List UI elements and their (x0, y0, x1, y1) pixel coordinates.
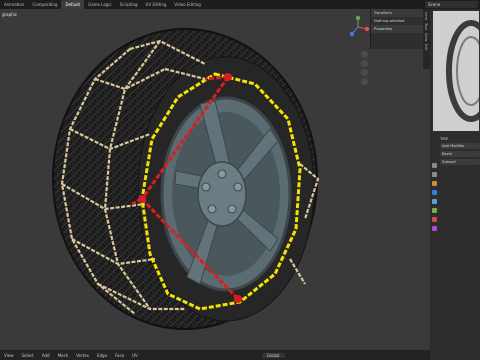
properties-panel-header[interactable]: Properties (371, 25, 423, 33)
tab-video-editing[interactable]: Video Editing (170, 0, 204, 9)
n-panel: Transform Nothing selected Properties (370, 9, 423, 49)
menu-add[interactable]: Add (38, 353, 54, 358)
bevel-modifier[interactable]: Bevel (440, 151, 480, 157)
tab-default[interactable]: Default (61, 0, 85, 9)
menu-face[interactable]: Face (111, 353, 128, 358)
menu-mesh[interactable]: Mesh (54, 353, 73, 358)
constraints-icon[interactable] (432, 208, 437, 213)
grid-icon[interactable] (361, 78, 368, 85)
menu-edge[interactable]: Edge (93, 353, 111, 358)
navigation-gizmo[interactable] (346, 15, 370, 39)
properties-editor: TIRE Add Modifier Bevel Subsurf (431, 9, 480, 360)
particles-icon[interactable] (432, 199, 437, 204)
subsurf-modifier[interactable]: Subsurf (440, 159, 480, 165)
n-panel-tabs: Item Tool View Edit (423, 9, 430, 69)
viewport-header-bar: View Select Add Mesh Vertex Edge Face UV… (0, 350, 430, 360)
tool-icon[interactable] (432, 163, 437, 168)
tab-tool[interactable]: Tool (424, 23, 428, 30)
pan-hand-icon[interactable] (361, 60, 368, 67)
viewport-nav-buttons (361, 51, 369, 87)
menu-uv[interactable]: UV (128, 353, 142, 358)
transform-orientation-dropdown[interactable]: Global (261, 352, 285, 358)
texture-icon[interactable] (432, 226, 437, 231)
material-icon[interactable] (432, 217, 437, 222)
tab-uv-editing[interactable]: UV Editing (142, 0, 171, 9)
tab-compositing[interactable]: Compositing (28, 0, 61, 9)
tab-game-logic[interactable]: Game Logic (84, 0, 116, 9)
add-modifier-button[interactable]: Add Modifier (440, 143, 480, 149)
3d-viewport[interactable]: graphic Transform Nothing selected Prope… (0, 9, 430, 352)
menu-vertex[interactable]: Vertex (72, 353, 93, 358)
modifier-panel: TIRE Add Modifier Bevel Subsurf (440, 137, 480, 167)
render-icon[interactable] (432, 172, 437, 177)
zoom-icon[interactable] (361, 51, 368, 58)
tab-item[interactable]: Item (424, 12, 428, 20)
object-icon[interactable] (432, 181, 437, 186)
camera-icon[interactable] (361, 69, 368, 76)
modifier-wrench-icon[interactable] (432, 190, 437, 195)
tab-edit[interactable]: Edit (424, 44, 428, 51)
tab-scripting[interactable]: Scripting (116, 0, 142, 9)
properties-tabs (431, 159, 438, 235)
menu-select[interactable]: Select (18, 353, 38, 358)
tab-view[interactable]: View (424, 33, 428, 41)
scene-selector[interactable]: Scene (425, 1, 478, 8)
nothing-selected-text: Nothing selected (374, 19, 405, 23)
image-preview (433, 11, 479, 131)
transform-panel-header[interactable]: Transform (371, 9, 423, 17)
top-menu-bar: Animation Compositing Default Game Logic… (0, 0, 480, 9)
tab-animation[interactable]: Animation (0, 0, 28, 9)
object-name: TIRE (440, 137, 449, 141)
menu-view[interactable]: View (0, 353, 18, 358)
